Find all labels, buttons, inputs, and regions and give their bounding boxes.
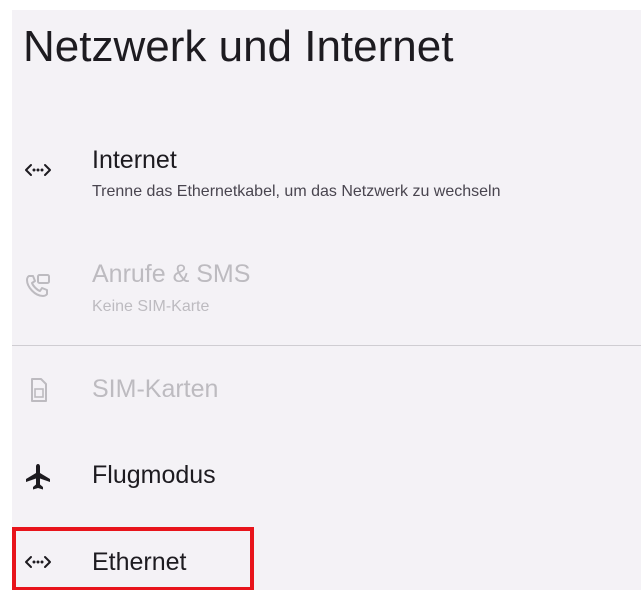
settings-item-label: SIM-Karten — [92, 375, 219, 403]
section-divider — [12, 345, 641, 346]
settings-item-summary: Trenne das Ethernetkabel, um das Netzwer… — [92, 183, 501, 200]
settings-item-sim-cards: SIM-Karten — [12, 366, 641, 418]
sim-card-icon — [22, 374, 54, 406]
settings-item-airplane-mode[interactable]: Flugmodus — [12, 452, 641, 504]
settings-item-label: Internet — [92, 146, 177, 174]
calls-sms-icon — [22, 270, 54, 302]
page-title: Netzwerk und Internet — [23, 22, 454, 71]
settings-item-internet[interactable]: Internet Trenne das Ethernetkabel, um da… — [12, 138, 641, 218]
ethernet-icon — [22, 154, 54, 186]
settings-item-label: Anrufe & SMS — [92, 260, 251, 288]
settings-item-calls-sms: Anrufe & SMS Keine SIM-Karte — [12, 252, 641, 332]
highlight-box — [12, 527, 254, 590]
airplane-icon — [22, 461, 54, 493]
settings-screen: Netzwerk und Internet Internet Trenne da… — [12, 10, 641, 590]
settings-item-summary: Keine SIM-Karte — [92, 298, 210, 315]
settings-item-label: Flugmodus — [92, 461, 216, 489]
